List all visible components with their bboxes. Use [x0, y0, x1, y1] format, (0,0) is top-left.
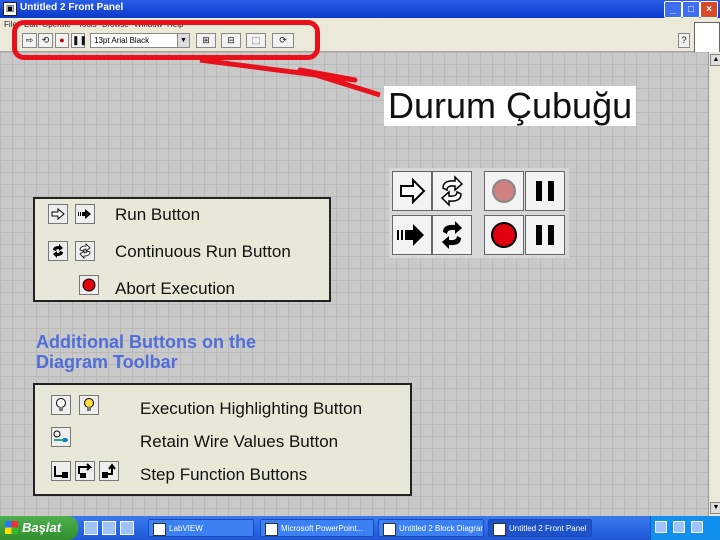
help-button[interactable]: ? [678, 33, 690, 48]
pause-icon [525, 215, 565, 255]
close-button[interactable]: × [700, 1, 718, 18]
legend-step-label: Step Function Buttons [140, 465, 308, 484]
maximize-button[interactable]: □ [682, 1, 700, 18]
run-buttons-legend: Run Button Continuous Run Button Abort E… [33, 197, 331, 302]
legend-retain-label: Retain Wire Values Button [140, 432, 339, 451]
run-active-icon [75, 204, 95, 224]
diagram-toolbar-heading: Additional Buttons on the Diagram Toolba… [36, 332, 266, 372]
taskbar: Başlat LabVIEW Microsoft PowerPoint... U… [0, 516, 720, 540]
labview-app-icon: ▣ [3, 2, 17, 16]
run-status-icons [389, 168, 569, 258]
continuous-run-active-icon [432, 215, 472, 255]
task-label: Untitled 2 Block Diagram [399, 524, 484, 533]
front-panel-icon [493, 523, 506, 536]
abort-icon [484, 215, 524, 255]
step-out-icon [99, 461, 119, 481]
bulb-off-icon [51, 395, 71, 415]
page-title: Durum Çubuğu [384, 86, 637, 126]
window-title-bar: ▣ Untitled 2 Front Panel _ □ × [0, 0, 720, 18]
system-tray [650, 516, 720, 540]
continuous-run-icon [75, 241, 95, 261]
scroll-down-icon[interactable]: ▼ [710, 502, 720, 514]
taskbar-item-front-panel[interactable]: Untitled 2 Front Panel [488, 519, 592, 537]
taskbar-item-powerpoint[interactable]: Microsoft PowerPoint... [260, 519, 374, 537]
tray-network-icon[interactable] [655, 521, 667, 533]
tray-app-icon[interactable] [691, 521, 703, 533]
pause-icon [525, 171, 565, 211]
abort-icon [79, 275, 99, 295]
vertical-scrollbar[interactable]: ▲ ▼ [708, 52, 720, 516]
windows-logo-icon [5, 521, 18, 534]
legend-continuous-run-label: Continuous Run Button [115, 242, 291, 261]
step-over-icon [75, 461, 95, 481]
desktop-quicklaunch-icon[interactable] [120, 521, 134, 535]
block-diagram-icon [383, 523, 396, 536]
run-icon [48, 204, 68, 224]
legend-run-label: Run Button [115, 205, 201, 224]
continuous-run-active-icon [48, 241, 68, 261]
bulb-on-icon [79, 395, 99, 415]
taskbar-item-labview[interactable]: LabVIEW [148, 519, 254, 537]
legend-highlight-label: Execution Highlighting Button [140, 399, 363, 418]
step-into-icon [51, 461, 71, 481]
run-icon [392, 171, 432, 211]
powerpoint-icon [265, 523, 278, 536]
callout-arrow [199, 57, 381, 98]
outlook-quicklaunch-icon[interactable] [102, 521, 116, 535]
abort-disabled-icon [484, 171, 524, 211]
vi-icon-pane[interactable] [694, 22, 720, 54]
start-label: Başlat [22, 520, 62, 535]
legend-abort-label: Abort Execution [115, 279, 236, 298]
task-label: Untitled 2 Front Panel [509, 524, 587, 533]
browser-quicklaunch-icon[interactable] [84, 521, 98, 535]
task-label: LabVIEW [169, 524, 203, 533]
start-button[interactable]: Başlat [0, 516, 78, 540]
labview-icon [153, 523, 166, 536]
diagram-buttons-legend: Execution Highlighting Button Retain Wir… [33, 383, 412, 496]
run-active-icon [392, 215, 432, 255]
continuous-run-icon [432, 171, 472, 211]
retain-wire-icon [51, 427, 71, 447]
scroll-up-icon[interactable]: ▲ [710, 54, 720, 66]
minimize-button[interactable]: _ [664, 1, 682, 18]
tray-volume-icon[interactable] [673, 521, 685, 533]
taskbar-item-block-diagram[interactable]: Untitled 2 Block Diagram [378, 519, 484, 537]
diagram-toolbar-heading-text: Additional Buttons on the Diagram Toolba… [36, 332, 256, 372]
window-title: Untitled 2 Front Panel [20, 2, 124, 13]
task-label: Microsoft PowerPoint... [281, 524, 364, 533]
